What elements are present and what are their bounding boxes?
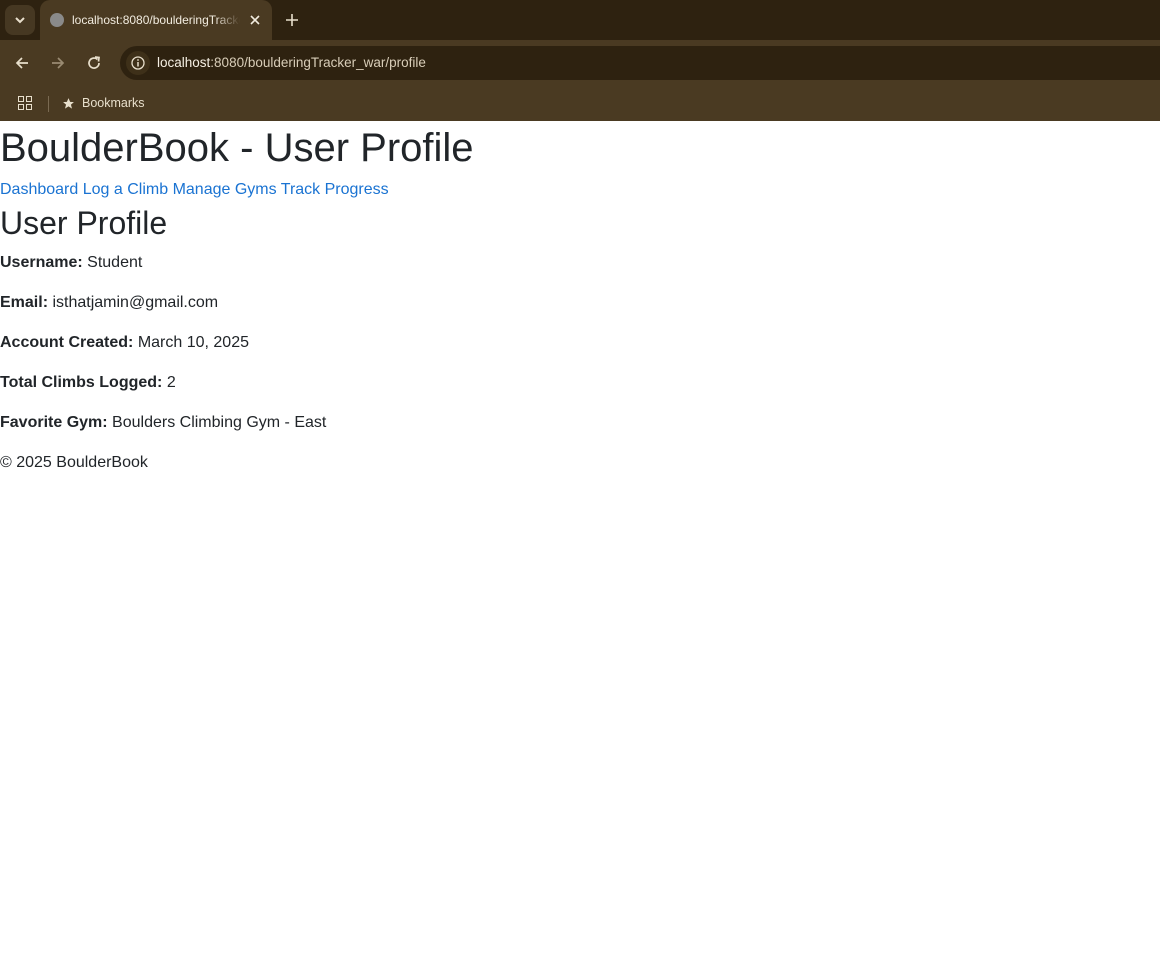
profile-field-favorite-gym: Favorite Gym: Boulders Climbing Gym - Ea… (0, 413, 1160, 433)
main-nav: Dashboard Log a Climb Manage Gyms Track … (0, 179, 1160, 201)
tab-search-button[interactable] (5, 5, 35, 35)
url-text[interactable]: localhost:8080/boulderingTracker_war/pro… (157, 55, 426, 70)
profile-field-email: Email: isthatjamin@gmail.com (0, 293, 1160, 313)
field-label: Total Climbs Logged: (0, 374, 163, 391)
nav-link-manage-gyms[interactable]: Manage Gyms (173, 181, 277, 198)
profile-field-username: Username: Student (0, 253, 1160, 273)
footer: © 2025 BoulderBook (0, 454, 148, 471)
globe-icon (50, 13, 64, 27)
field-value: Student (87, 254, 143, 271)
close-icon (250, 15, 260, 25)
bookmarks-folder[interactable]: Bookmarks (62, 92, 145, 114)
arrow-right-icon (52, 57, 65, 69)
profile-field-total-climbs: Total Climbs Logged: 2 (0, 373, 1160, 393)
new-tab-button[interactable] (280, 8, 304, 32)
bookmarks-separator (48, 96, 49, 112)
profile-info: Username: Student Email: isthatjamin@gma… (0, 253, 1160, 433)
section-title: User Profile (0, 205, 168, 241)
bookmarks-bar: Bookmarks (0, 86, 1160, 121)
close-tab-button[interactable] (246, 11, 264, 29)
profile-field-account-created: Account Created: March 10, 2025 (0, 333, 1160, 353)
browser-toolbar: localhost:8080/boulderingTracker_war/pro… (0, 40, 1160, 86)
field-value: 2 (166, 374, 176, 391)
tab-strip: localhost:8080/boulderingTracker_war/pro… (0, 0, 1160, 40)
field-value: isthatjamin@gmail.com (52, 294, 219, 311)
field-label: Account Created: (0, 334, 134, 351)
arrow-left-icon (15, 57, 28, 69)
page-title: BoulderBook - User Profile (0, 126, 474, 170)
active-tab[interactable]: localhost:8080/boulderingTracker_war/pro… (40, 0, 272, 40)
field-label: Username: (0, 254, 83, 271)
field-value: March 10, 2025 (137, 334, 249, 351)
back-button[interactable] (8, 49, 36, 77)
nav-link-log-climb[interactable]: Log a Climb (83, 181, 168, 198)
url-host: localhost (157, 55, 211, 70)
forward-button[interactable] (44, 49, 72, 77)
field-label: Email: (0, 294, 49, 311)
page-content: BoulderBook - User Profile Dashboard Log… (0, 121, 1160, 473)
field-label: Favorite Gym: (0, 414, 108, 431)
star-icon (63, 97, 74, 109)
url-path: :8080/boulderingTracker_war/profile (210, 55, 426, 70)
reload-icon (88, 56, 100, 69)
nav-link-dashboard[interactable]: Dashboard (0, 181, 78, 198)
bookmarks-label: Bookmarks (82, 96, 145, 110)
nav-link-track-progress[interactable]: Track Progress (281, 181, 389, 198)
address-bar[interactable]: localhost:8080/boulderingTracker_war/pro… (120, 46, 1160, 80)
plus-icon (286, 14, 298, 26)
reload-button[interactable] (80, 49, 108, 77)
info-icon (131, 56, 145, 70)
chevron-down-icon (15, 17, 25, 24)
site-info-button[interactable] (126, 51, 150, 75)
apps-grid-icon[interactable] (18, 96, 32, 110)
tab-title: localhost:8080/boulderingTracker_war/pro… (72, 13, 240, 27)
field-value: Boulders Climbing Gym - East (112, 414, 327, 431)
